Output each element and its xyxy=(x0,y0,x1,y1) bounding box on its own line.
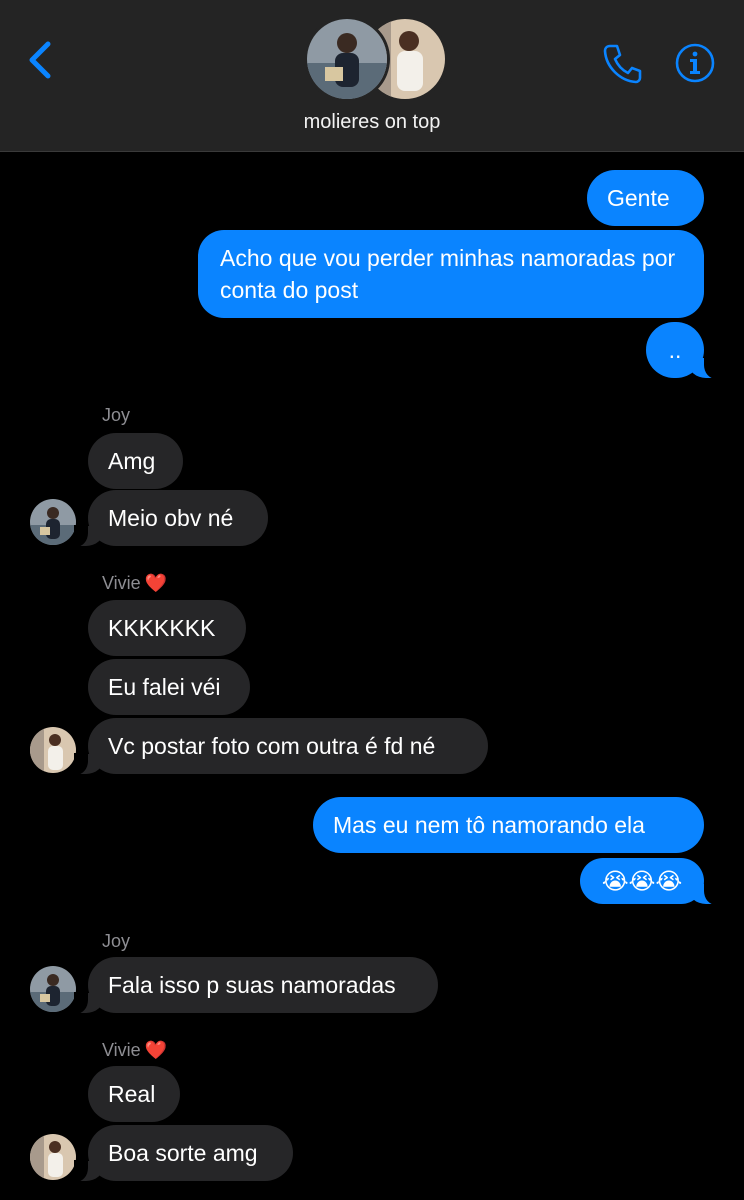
message-bubble-incoming[interactable]: Meio obv né xyxy=(74,490,268,547)
avatar-joy[interactable] xyxy=(30,499,76,545)
avatar-vivie[interactable] xyxy=(30,727,76,773)
message-bubble-incoming[interactable]: Amg xyxy=(88,433,183,489)
info-icon xyxy=(675,43,715,83)
message-text: Vc postar foto com outra é fd né xyxy=(108,733,436,759)
heart-icon: ❤️ xyxy=(144,573,168,593)
message-bubble-incoming[interactable]: Vc postar foto com outra é fd né xyxy=(74,718,488,775)
message-text: Boa sorte amg xyxy=(108,1140,258,1166)
message-bubble-outgoing[interactable]: Gente xyxy=(587,170,704,226)
chevron-left-icon xyxy=(29,41,51,79)
message-text: Meio obv né xyxy=(108,505,234,531)
message-text: KKKKKKK xyxy=(108,615,216,641)
message-text: Eu falei véi xyxy=(108,674,221,700)
message-text: Mas eu nem tô namorando ela xyxy=(333,812,645,838)
chat-title[interactable]: molieres on top xyxy=(0,111,744,134)
message-bubble-outgoing[interactable]: 😭😭😭 xyxy=(580,858,718,905)
call-button[interactable] xyxy=(600,40,646,86)
message-bubble-outgoing[interactable]: .. xyxy=(646,322,718,379)
message-bubble-incoming[interactable]: Eu falei véi xyxy=(88,659,250,715)
back-button[interactable] xyxy=(22,38,62,82)
message-text: Acho que vou perder minhas namoradas por… xyxy=(220,245,676,303)
heart-icon: ❤️ xyxy=(144,1040,168,1060)
sender-name: Joy xyxy=(102,931,131,951)
message-text: Amg xyxy=(108,448,156,474)
message-text: .. xyxy=(668,337,682,363)
sender-name: Vivie ❤️ xyxy=(102,1040,167,1061)
sender-name-text: Vivie xyxy=(102,573,141,593)
avatar-joy xyxy=(304,16,390,102)
message-bubble-incoming[interactable]: Boa sorte amg xyxy=(74,1125,293,1182)
message-text: Fala isso p suas namoradas xyxy=(108,972,396,998)
sender-name: Joy xyxy=(102,405,131,425)
message-text: Gente xyxy=(607,185,670,211)
message-bubble-incoming[interactable]: Real xyxy=(88,1066,180,1122)
message-bubble-incoming[interactable]: Fala isso p suas namoradas xyxy=(74,957,438,1014)
message-bubble-outgoing[interactable]: Mas eu nem tô namorando ela xyxy=(313,797,704,853)
avatar-vivie[interactable] xyxy=(30,1134,76,1180)
sender-name: Vivie ❤️ xyxy=(102,573,167,594)
avatar-joy[interactable] xyxy=(30,966,76,1012)
message-text: 😭😭😭 xyxy=(601,868,683,894)
sender-name-text: Vivie xyxy=(102,1040,141,1060)
phone-icon xyxy=(603,44,642,84)
chat-header: molieres on top xyxy=(0,0,744,152)
group-avatar[interactable] xyxy=(304,16,448,102)
message-bubble-incoming[interactable]: KKKKKKK xyxy=(88,600,246,656)
info-button[interactable] xyxy=(674,42,716,84)
message-text: Real xyxy=(108,1081,156,1107)
message-bubble-outgoing[interactable]: Acho que vou perder minhas namoradas por… xyxy=(198,230,704,318)
